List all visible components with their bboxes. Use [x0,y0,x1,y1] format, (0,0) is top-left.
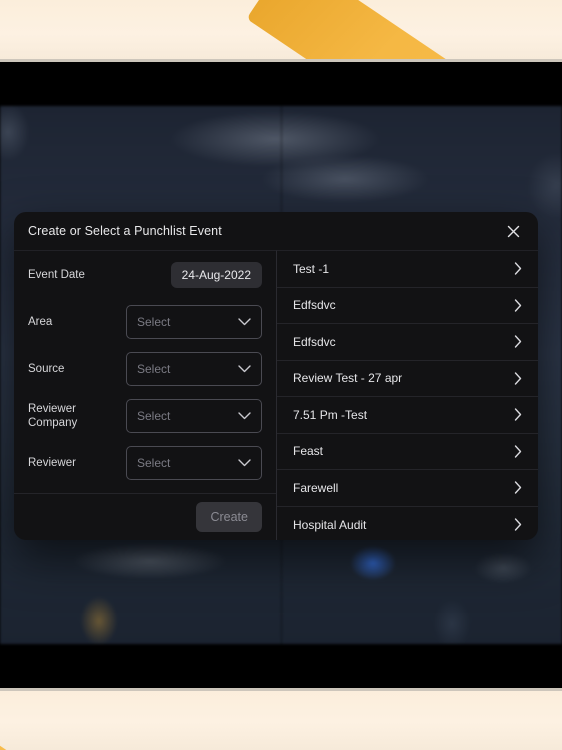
event-form-scroll[interactable]: Event Date 24-Aug-2022 Area Select Sourc… [14,251,276,493]
device-frame-top [0,0,562,62]
field-label: Reviewer Company [28,402,78,429]
close-icon[interactable] [502,220,524,242]
modal-body: Event Date 24-Aug-2022 Area Select Sourc… [14,250,538,540]
device-bezel-bottom [0,644,562,688]
device-bezel-top [0,62,562,106]
event-form-pane: Event Date 24-Aug-2022 Area Select Sourc… [14,250,276,540]
reviewer-company-select[interactable]: Select [126,398,262,433]
list-item[interactable]: Farewell [277,470,538,507]
list-item[interactable]: Review Test - 27 apr [277,361,538,397]
list-item[interactable]: Test -1 [277,251,538,288]
source-select[interactable]: Select [126,351,262,386]
form-row-area: Area Select [28,298,262,345]
screenshot-root: Create or Select a Punchlist Event Event… [0,0,562,750]
modal-header: Create or Select a Punchlist Event [14,212,538,250]
list-item[interactable]: Edfsdvc [277,288,538,324]
area-select[interactable]: Select [126,304,262,339]
field-label: Event Date [28,268,85,281]
form-row-reviewer: Reviewer Select [28,439,262,486]
create-button[interactable]: Create [196,502,262,532]
select-placeholder: Select [137,455,171,470]
chevron-down-icon [238,317,251,326]
select-placeholder: Select [137,408,171,423]
chevron-right-icon [514,372,522,385]
reviewer-select[interactable]: Select [126,445,262,480]
chevron-right-icon [514,299,522,312]
form-footer: Create [14,493,276,540]
list-item-label: Review Test - 27 apr [293,371,403,386]
device-frame-bottom [0,688,562,750]
list-item[interactable]: Edfsdvc [277,324,538,361]
chevron-down-icon [238,458,251,467]
list-item[interactable]: Hospital Audit [277,507,538,541]
chevron-right-icon [514,262,522,275]
list-item-label: Edfsdvc [293,334,336,349]
list-item[interactable]: Feast [277,434,538,470]
list-item-label: Hospital Audit [293,517,367,532]
select-placeholder: Select [137,361,171,376]
select-placeholder: Select [137,314,171,329]
field-label: Source [28,362,65,375]
list-item-label: Test -1 [293,261,330,276]
orange-ribbon-top [246,0,562,62]
field-label: Area [28,315,53,328]
chevron-down-icon [238,411,251,420]
orange-ribbon-bottom [0,733,256,750]
chevron-right-icon [514,481,522,494]
chevron-down-icon [238,364,251,373]
form-row-source: Source Select [28,345,262,392]
modal-title: Create or Select a Punchlist Event [28,224,222,238]
punchlist-event-modal: Create or Select a Punchlist Event Event… [14,212,538,540]
list-item-label: 7.51 Pm -Test [293,407,368,422]
existing-events-list[interactable]: Test -1 Edfsdvc Edfsdvc Review Test - 27… [276,250,538,540]
list-item-label: Feast [293,444,324,459]
frame-edge-bottom [0,688,562,691]
chevron-right-icon [514,445,522,458]
form-row-reviewer-company: Reviewer Company Select [28,392,262,439]
chevron-right-icon [514,408,522,421]
list-item-label: Edfsdvc [293,298,336,313]
chevron-right-icon [514,335,522,348]
form-row-event-title: Event Title Text [28,486,262,493]
event-date-value[interactable]: 24-Aug-2022 [170,261,262,288]
field-label: Reviewer [28,456,76,469]
list-item[interactable]: 7.51 Pm -Test [277,397,538,434]
form-row-event-date: Event Date 24-Aug-2022 [28,251,262,298]
chevron-right-icon [514,518,522,531]
list-item-label: Farewell [293,480,339,495]
